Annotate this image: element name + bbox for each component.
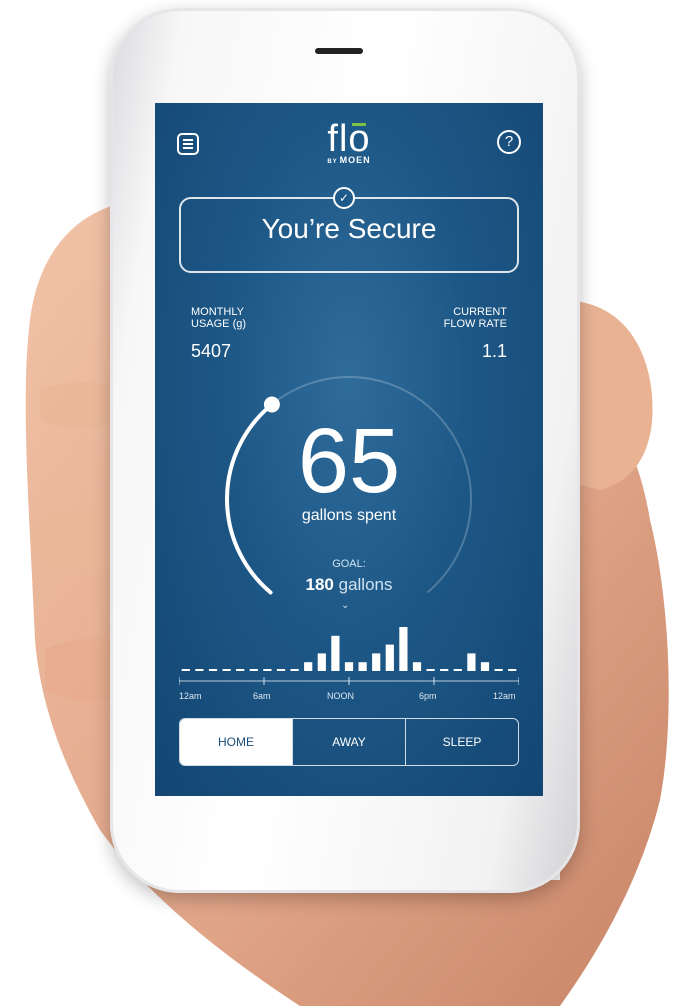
chart-bar: [317, 653, 326, 671]
monthly-usage-label-line1: MONTHLY: [191, 306, 244, 318]
monthly-usage-label: MONTHLY USAGE (g): [191, 306, 246, 330]
chart-bar: [480, 662, 490, 671]
mode-selector: HOME AWAY SLEEP: [179, 718, 519, 766]
x-axis-label: 12am: [493, 691, 516, 701]
check-icon: ✓: [333, 187, 355, 209]
x-axis-label: 6pm: [419, 691, 437, 701]
chart-bar: [344, 662, 354, 671]
gallons-spent-value: 65: [297, 410, 401, 512]
flow-rate-label-line2: FLOW RATE: [443, 318, 507, 330]
chart-bar-empty: [440, 669, 449, 671]
help-icon[interactable]: ?: [497, 130, 521, 154]
phone-speaker: [315, 48, 363, 54]
sleep-mode-button[interactable]: SLEEP: [405, 719, 518, 765]
chart-bar: [331, 635, 340, 671]
chart-bar: [467, 653, 476, 671]
chart-bar-empty: [181, 669, 190, 671]
chart-bar-empty: [222, 669, 231, 671]
monthly-usage-value: 5407: [191, 341, 232, 361]
usage-bar-chart: [179, 627, 519, 685]
away-mode-button[interactable]: AWAY: [292, 719, 405, 765]
status-text: You’re Secure: [261, 213, 437, 244]
app-logo: flo BY MOEN: [155, 119, 543, 165]
chart-bar-empty: [508, 669, 517, 671]
chart-bar-empty: [276, 669, 286, 671]
chart-bar-empty: [208, 669, 218, 671]
chart-bar-empty: [236, 669, 245, 671]
chart-bar: [358, 662, 367, 671]
chart-bar-empty: [290, 669, 299, 671]
x-axis-label: NOON: [327, 691, 354, 701]
goal-label: GOAL:: [332, 558, 366, 570]
chart-bar-empty: [263, 669, 272, 671]
flow-rate-label: CURRENT FLOW RATE: [444, 306, 507, 330]
goal-value: 180 gallons: [155, 575, 543, 595]
chart-bar: [372, 653, 381, 671]
gallons-spent-label: gallons spent: [301, 507, 397, 524]
home-mode-button[interactable]: HOME: [180, 719, 292, 765]
monthly-usage-label-line2: USAGE (g): [191, 318, 247, 330]
chevron-down-icon[interactable]: ⌄: [341, 600, 349, 611]
chart-bar: [399, 627, 408, 671]
chart-bar-empty: [453, 669, 462, 671]
chart-bar: [412, 662, 422, 671]
x-axis-label: 12am: [179, 691, 202, 701]
chart-bar-empty: [249, 669, 258, 671]
chart-bar: [385, 644, 394, 671]
goal-amount: 180: [305, 575, 334, 594]
flow-rate-label-line1: CURRENT: [453, 306, 507, 318]
x-axis-label: 6am: [253, 691, 271, 701]
goal-unit: gallons: [338, 575, 393, 594]
chart-bar: [304, 662, 313, 671]
chart-bar-empty: [494, 669, 503, 671]
chart-bar-empty: [195, 669, 204, 671]
flow-rate-value: 1.1: [481, 341, 507, 361]
logo-accent: [351, 123, 366, 126]
chart-bar-empty: [426, 669, 435, 671]
app-screen: flo BY MOEN ? ✓ You’re Secure MONTHLY USA…: [155, 103, 543, 796]
